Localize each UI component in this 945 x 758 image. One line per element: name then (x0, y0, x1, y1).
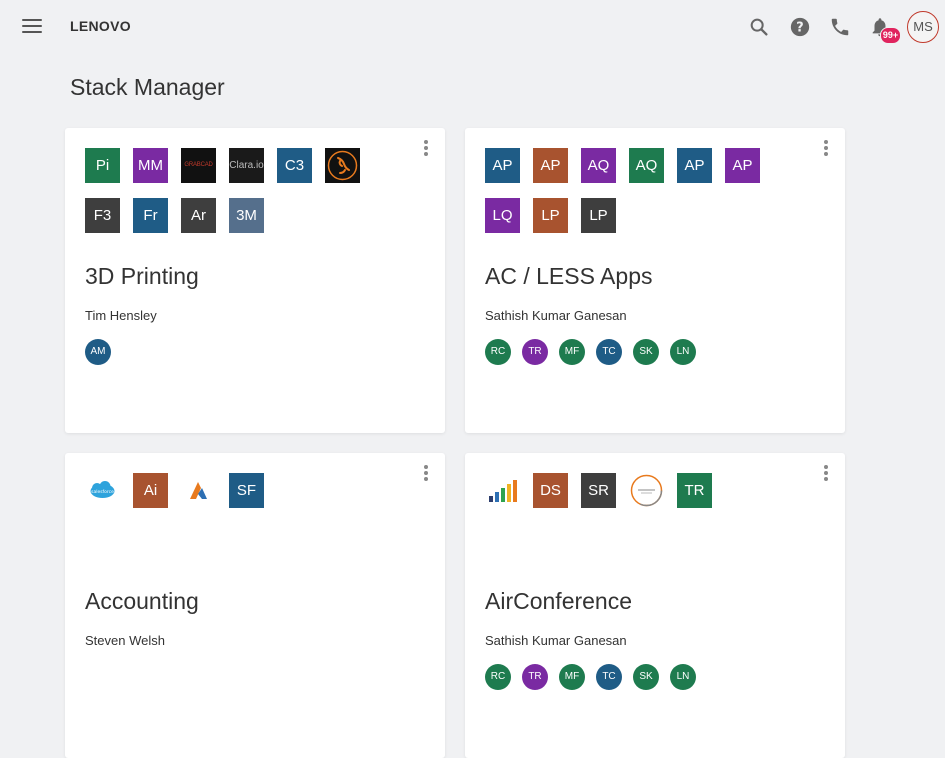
app-tile[interactable]: Pi (85, 148, 120, 183)
menu-icon[interactable] (22, 19, 42, 35)
app-tile[interactable]: MM (133, 148, 168, 183)
app-tile[interactable]: SR (581, 473, 616, 508)
stack-title: AC / LESS Apps (485, 263, 653, 289)
app-tiles: DS SR TR (485, 473, 785, 523)
search-icon[interactable] (748, 16, 770, 38)
more-options-icon[interactable] (421, 140, 431, 158)
stack-card-ac-less-apps[interactable]: AP AP AQ AQ AP AP LQ LP LP AC / LESS App… (465, 128, 845, 433)
top-bar: LENOVO ? 99+ MS (0, 0, 945, 56)
member-avatars: RC TR MF TC SK LN (485, 664, 707, 690)
member-avatar[interactable]: SK (633, 339, 659, 365)
member-avatar[interactable]: MF (559, 664, 585, 690)
member-avatar[interactable]: RC (485, 339, 511, 365)
app-tiles: salesforce Ai SF (85, 473, 385, 523)
member-avatar[interactable]: TR (522, 339, 548, 365)
grabcad-logo[interactable]: GRABCAD (181, 148, 216, 183)
app-tile[interactable]: AP (533, 148, 568, 183)
app-tile[interactable]: AQ (581, 148, 616, 183)
help-icon[interactable]: ? (789, 16, 811, 38)
app-tile[interactable]: AP (677, 148, 712, 183)
stack-owner: Sathish Kumar Ganesan (485, 633, 627, 648)
member-avatar[interactable]: TC (596, 664, 622, 690)
app-tile[interactable]: LQ (485, 198, 520, 233)
phone-icon[interactable] (829, 16, 851, 38)
stack-title: 3D Printing (85, 263, 199, 289)
app-tile[interactable]: Fr (133, 198, 168, 233)
app-tile[interactable]: LP (581, 198, 616, 233)
member-avatar[interactable]: TR (522, 664, 548, 690)
stack-title: Accounting (85, 588, 199, 614)
app-tile[interactable]: C3 (277, 148, 312, 183)
stack-owner: Sathish Kumar Ganesan (485, 308, 627, 323)
brand-name: LENOVO (70, 18, 131, 34)
bar-chart-logo-icon[interactable] (485, 473, 520, 508)
page-title: Stack Manager (70, 74, 225, 100)
stack-card-3d-printing[interactable]: Pi MM GRABCAD Clara.io C3 F3 Fr Ar 3M 3D… (65, 128, 445, 433)
app-tile[interactable]: DS (533, 473, 568, 508)
app-tile[interactable]: AQ (629, 148, 664, 183)
member-avatar[interactable]: LN (670, 339, 696, 365)
notification-badge: 99+ (880, 27, 901, 44)
user-avatar[interactable]: MS (907, 11, 939, 43)
member-avatars: RC TR MF TC SK LN (485, 339, 707, 365)
stack-card-airconference[interactable]: DS SR TR AirConference Sathish Kumar Gan… (465, 453, 845, 758)
svg-text:?: ? (796, 21, 803, 36)
salesforce-logo-icon[interactable]: salesforce (85, 473, 120, 508)
member-avatar[interactable]: TC (596, 339, 622, 365)
member-avatar[interactable]: LN (670, 664, 696, 690)
claraio-logo[interactable]: Clara.io (229, 148, 264, 183)
circle-logo-icon[interactable] (629, 473, 664, 508)
app-tiles: AP AP AQ AQ AP AP LQ LP LP (485, 148, 785, 248)
more-options-icon[interactable] (421, 465, 431, 483)
app-tile[interactable]: TR (677, 473, 712, 508)
member-avatars: AM (85, 339, 122, 365)
member-avatar[interactable]: RC (485, 664, 511, 690)
stack-owner: Steven Welsh (85, 633, 165, 648)
app-tile[interactable]: Ai (133, 473, 168, 508)
member-avatar[interactable]: SK (633, 664, 659, 690)
gecko-logo-icon[interactable] (325, 148, 360, 183)
stack-title: AirConference (485, 588, 633, 614)
svg-text:salesforce: salesforce (91, 489, 114, 495)
stack-card-accounting[interactable]: salesforce Ai SF Accounting Steven Welsh (65, 453, 445, 758)
app-tile[interactable]: LP (533, 198, 568, 233)
stack-owner: Tim Hensley (85, 308, 157, 323)
app-tile[interactable]: Ar (181, 198, 216, 233)
app-tiles: Pi MM GRABCAD Clara.io C3 F3 Fr Ar 3M (85, 148, 385, 248)
member-avatar[interactable]: MF (559, 339, 585, 365)
app-tile[interactable]: SF (229, 473, 264, 508)
a-logo-icon[interactable] (181, 473, 216, 508)
more-options-icon[interactable] (821, 140, 831, 158)
app-tile[interactable]: 3M (229, 198, 264, 233)
app-tile[interactable]: F3 (85, 198, 120, 233)
member-avatar[interactable]: AM (85, 339, 111, 365)
more-options-icon[interactable] (821, 465, 831, 483)
app-tile[interactable]: AP (725, 148, 760, 183)
app-tile[interactable]: AP (485, 148, 520, 183)
